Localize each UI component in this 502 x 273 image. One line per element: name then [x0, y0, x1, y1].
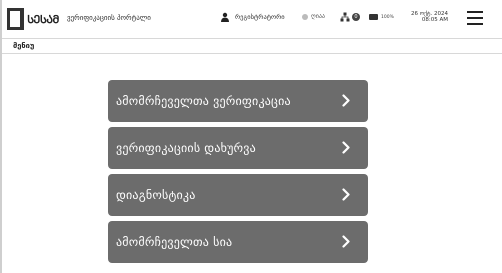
battery-icon	[369, 14, 378, 20]
status-dot-icon	[302, 13, 308, 20]
chevron-right-icon	[342, 94, 350, 107]
chevron-right-icon	[342, 188, 350, 201]
voter-verification-button[interactable]: ამომრჩეველთა ვერიფიკაცია	[108, 80, 368, 122]
status-text: ღიაა	[311, 13, 325, 20]
close-verification-button[interactable]: ვერიფიკაციის დახურვა	[108, 127, 368, 169]
button-label: დიაგნოსტიკა	[116, 188, 196, 202]
user-info[interactable]: რეგისტრატორი	[220, 12, 285, 22]
button-label: ამომრჩეველთა ვერიფიკაცია	[116, 94, 291, 108]
chevron-right-icon	[342, 235, 350, 248]
app-logo: ᲡᲔᲡᲐᲛ	[7, 6, 59, 32]
portal-title: ვერიფიკაციის პორტალი	[67, 14, 151, 22]
chevron-right-icon	[342, 141, 350, 154]
connection-status: ღიაა	[302, 13, 325, 20]
button-label: ამომრჩეველთა სია	[116, 235, 233, 249]
date-time: 26 ოქტ. 2024 08:05 AM	[400, 11, 448, 24]
logo-mark-icon	[7, 8, 25, 30]
user-icon	[221, 12, 229, 22]
user-name: რეგისტრატორი	[235, 13, 285, 21]
network-badge: 0	[352, 13, 360, 21]
menu-label: მენიუ	[13, 41, 35, 50]
battery-text: 100%	[381, 14, 394, 20]
network-status[interactable]: 0	[340, 12, 360, 22]
app-frame: ᲡᲔᲡᲐᲛ ვერიფიკაციის პორტალი რეგისტრატორი …	[0, 0, 502, 273]
battery-status: 100%	[369, 14, 394, 20]
logo-text: ᲡᲔᲡᲐᲛ	[27, 12, 59, 26]
time-text: 08:05 AM	[421, 17, 448, 24]
voter-list-button[interactable]: ამომრჩეველთა სია	[108, 221, 368, 263]
button-label: ვერიფიკაციის დახურვა	[116, 141, 256, 155]
diagnostics-button[interactable]: დიაგნოსტიკა	[108, 174, 368, 216]
hamburger-menu-icon[interactable]	[467, 11, 483, 25]
menu-bar: მენიუ	[2, 38, 502, 54]
network-icon	[340, 12, 350, 22]
top-header: ᲡᲔᲡᲐᲛ ვერიფიკაციის პორტალი რეგისტრატორი …	[2, 0, 502, 38]
